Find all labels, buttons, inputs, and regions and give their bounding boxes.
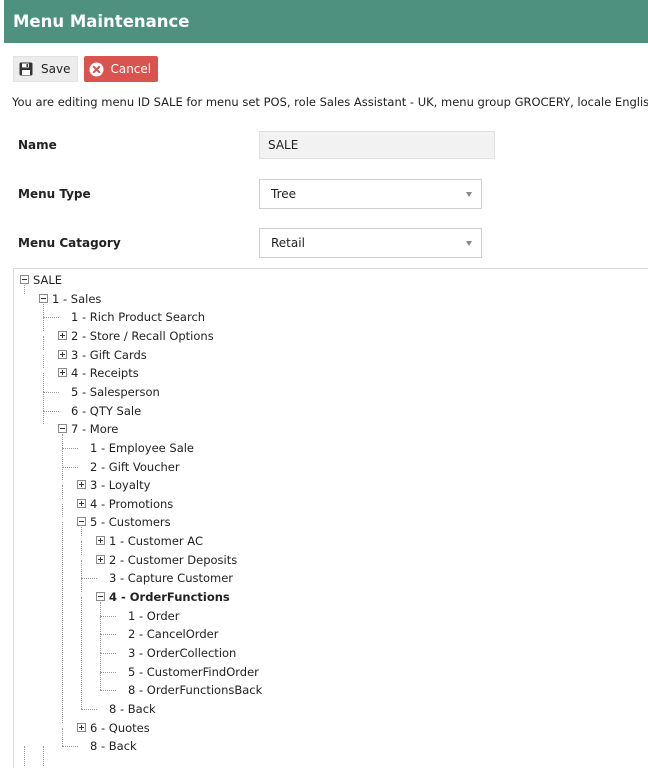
tree-node[interactable]: 6 - QTY Sale xyxy=(14,402,634,420)
window-title: Menu Maintenance xyxy=(13,12,190,31)
tree-node[interactable]: 3 - Loyalty xyxy=(14,476,634,494)
tree-node[interactable]: 3 - Gift Cards xyxy=(14,346,634,364)
tree-node-label: 8 - Back xyxy=(90,739,137,754)
collapse-icon[interactable] xyxy=(39,293,48,303)
cancel-button-label: Cancel xyxy=(110,62,152,76)
tree-node-label: 1 - Rich Product Search xyxy=(71,310,206,325)
save-button-label: Save xyxy=(41,62,71,76)
tree-node-label: 1 - Customer AC xyxy=(109,534,203,549)
tree-node[interactable]: 8 - OrderFunctionsBack xyxy=(14,681,634,699)
tree-node[interactable]: 1 - Sales xyxy=(14,290,634,308)
tree-node[interactable]: 1 - Rich Product Search xyxy=(14,308,634,326)
tree-node-label: 5 - CustomerFindOrder xyxy=(128,664,259,679)
tree-node[interactable]: 8 - Back xyxy=(14,700,634,718)
expand-icon[interactable] xyxy=(96,554,105,564)
tree-node-label: 2 - Store / Recall Options xyxy=(71,328,214,343)
cancel-button[interactable]: Cancel xyxy=(84,56,159,82)
chevron-down-icon xyxy=(466,241,472,246)
tree-node[interactable]: 1 - Employee Sale xyxy=(14,439,634,457)
tree-node[interactable]: SALE xyxy=(14,271,634,289)
tree-node[interactable]: 5 - CustomerFindOrder xyxy=(14,663,634,681)
expand-icon[interactable] xyxy=(58,330,67,340)
save-button[interactable]: Save xyxy=(13,56,79,82)
tree-node[interactable]: 7 - More xyxy=(14,420,634,438)
tree-node[interactable]: 5 - Customers xyxy=(14,513,634,531)
name-label: Name xyxy=(18,138,57,152)
tree-node[interactable]: 3 - Capture Customer xyxy=(14,569,634,587)
expand-icon[interactable] xyxy=(96,536,105,546)
tree-node[interactable]: 1 - Customer AC xyxy=(14,532,634,550)
collapse-icon[interactable] xyxy=(77,517,86,527)
expand-icon[interactable] xyxy=(77,480,86,490)
tree-node[interactable]: 6 - Quotes xyxy=(14,719,634,737)
tree-node[interactable]: 2 - Customer Deposits xyxy=(14,551,634,569)
tree-node-label: 1 - Sales xyxy=(52,291,102,306)
menu-type-label: Menu Type xyxy=(18,187,91,201)
tree-node[interactable]: 2 - Gift Voucher xyxy=(14,458,634,476)
floppy-disk-icon xyxy=(19,62,33,76)
tree-node[interactable]: 8 - Back xyxy=(14,737,634,755)
editing-info-text: You are editing menu ID SALE for menu se… xyxy=(12,95,648,109)
tree-node-label: 7 - More xyxy=(71,422,119,437)
tree-node[interactable]: 2 - CancelOrder xyxy=(14,625,634,643)
tree-node[interactable]: 2 - Store / Recall Options xyxy=(14,327,634,345)
expand-icon[interactable] xyxy=(77,722,86,732)
tree-node[interactable]: 4 - OrderFunctions xyxy=(14,588,634,606)
tree-node-label: 4 - Promotions xyxy=(90,496,174,511)
tree-node-label: 4 - OrderFunctions xyxy=(109,590,230,605)
collapse-icon[interactable] xyxy=(96,592,105,602)
name-field-value: SALE xyxy=(268,138,299,152)
tree-node-label: 6 - Quotes xyxy=(90,720,150,735)
collapse-icon[interactable] xyxy=(58,424,67,434)
tree-node[interactable]: 4 - Promotions xyxy=(14,495,634,513)
menu-type-select[interactable]: Tree xyxy=(259,179,482,209)
window-title-bar: Menu Maintenance xyxy=(4,0,648,43)
tree-node-label: 4 - Receipts xyxy=(71,366,139,381)
menu-category-select[interactable]: Retail xyxy=(259,228,482,258)
chevron-down-icon xyxy=(466,192,472,197)
menu-category-value: Retail xyxy=(271,236,305,250)
cancel-icon xyxy=(89,62,104,77)
menu-category-label: Menu Catagory xyxy=(18,236,121,250)
tree-node[interactable]: 4 - Receipts xyxy=(14,364,634,382)
expand-icon[interactable] xyxy=(58,368,67,378)
tree-node-label: 8 - OrderFunctionsBack xyxy=(128,683,263,698)
tree-node-label: 3 - Gift Cards xyxy=(71,347,147,362)
tree-node-label: 1 - Order xyxy=(128,608,180,623)
tree-node-label: 3 - OrderCollection xyxy=(128,646,237,660)
tree-node-label: 2 - Gift Voucher xyxy=(90,459,180,474)
tree-node-label: 3 - Capture Customer xyxy=(109,571,234,586)
tree-node-label: 1 - Employee Sale xyxy=(90,440,195,455)
menu-tree: SALE 1 - Sales 1 - Rich Product Search 2 - … xyxy=(13,268,648,768)
tree-node-label: 2 - Customer Deposits xyxy=(109,552,238,567)
tree-node[interactable]: 1 - Order xyxy=(14,607,634,625)
tree-node[interactable]: 5 - Salesperson xyxy=(14,383,634,401)
expand-icon[interactable] xyxy=(58,349,67,359)
menu-type-value: Tree xyxy=(271,187,297,201)
tree-node-label: 2 - CancelOrder xyxy=(128,627,219,642)
tree-node-label: 8 - Back xyxy=(109,701,156,716)
tree-node-label: 3 - Loyalty xyxy=(90,478,151,493)
expand-icon[interactable] xyxy=(77,498,86,508)
tree-node-label: 6 - QTY Sale xyxy=(71,403,142,418)
collapse-icon[interactable] xyxy=(20,275,29,284)
tree-node-label: 5 - Salesperson xyxy=(71,384,160,399)
tree-node-label: 5 - Customers xyxy=(90,515,171,530)
tree-node-label: SALE xyxy=(33,273,63,287)
toolbar: Save Cancel xyxy=(13,56,159,82)
tree-node[interactable]: 3 - OrderCollection xyxy=(14,644,634,662)
name-field[interactable]: SALE xyxy=(259,131,495,159)
